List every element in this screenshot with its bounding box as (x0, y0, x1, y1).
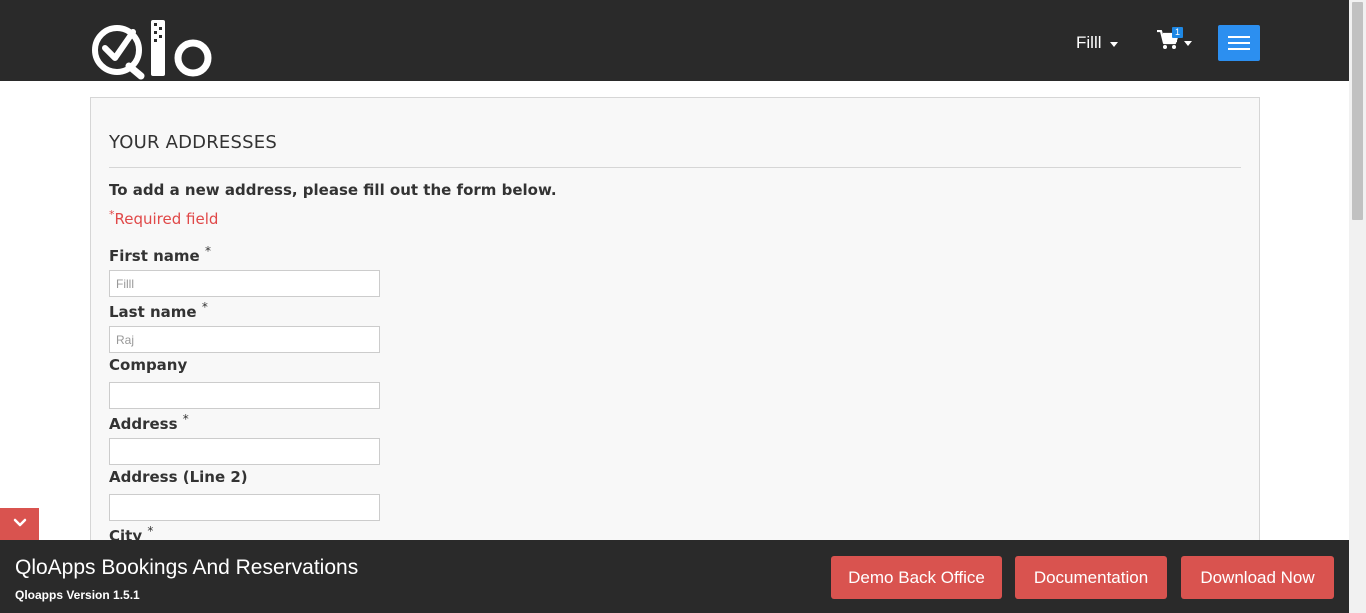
address-line2-input[interactable] (109, 494, 380, 521)
cart-count-badge: 1 (1172, 27, 1184, 38)
qlo-logo[interactable] (89, 18, 217, 80)
address-line2-label-text: Address (Line 2) (109, 468, 248, 486)
demo-footer-bar: QloApps Bookings And Reservations Qloapp… (0, 540, 1349, 613)
company-input[interactable] (109, 382, 380, 409)
required-asterisk: * (182, 412, 189, 426)
required-asterisk: * (201, 300, 208, 314)
hamburger-icon-line (1228, 36, 1250, 38)
download-now-button[interactable]: Download Now (1181, 556, 1334, 599)
caret-down-icon (1184, 41, 1192, 46)
address-line2-label: Address (Line 2) (109, 468, 248, 486)
address-label: Address * (109, 412, 189, 433)
footer-version: Qloapps Version 1.5.1 (15, 588, 140, 602)
last-name-input[interactable] (109, 326, 380, 353)
scrollbar-thumb[interactable] (1352, 2, 1363, 220)
caret-down-icon (1109, 41, 1118, 47)
footer-toggle-button[interactable] (0, 508, 39, 540)
scrollbar[interactable] (1349, 0, 1366, 613)
required-asterisk: * (204, 244, 211, 258)
user-name: Filll (1076, 33, 1102, 52)
hamburger-menu-button[interactable] (1218, 25, 1260, 61)
last-name-label: Last name * (109, 300, 208, 321)
site-header: Filll 1 (0, 0, 1349, 81)
footer-title: QloApps Bookings And Reservations (15, 556, 359, 579)
user-menu[interactable]: Filll (1076, 33, 1118, 53)
first-name-label-text: First name (109, 247, 200, 265)
address-label-text: Address (109, 415, 178, 433)
divider (109, 167, 1241, 168)
first-name-label: First name * (109, 244, 211, 265)
demo-back-office-button[interactable]: Demo Back Office (831, 556, 1002, 599)
page-title: YOUR ADDRESSES (109, 132, 277, 153)
cart-button[interactable]: 1 (1157, 27, 1192, 55)
hamburger-icon-line (1228, 42, 1250, 44)
company-label: Company (109, 356, 187, 374)
address-input[interactable] (109, 438, 380, 465)
form-instructions: To add a new address, please fill out th… (109, 181, 557, 199)
documentation-button[interactable]: Documentation (1015, 556, 1167, 599)
address-form-card: YOUR ADDRESSES To add a new address, ple… (90, 97, 1260, 613)
last-name-label-text: Last name (109, 303, 197, 321)
required-field-text: Required field (114, 210, 219, 228)
chevron-down-icon (13, 515, 27, 533)
required-asterisk: * (147, 524, 154, 538)
hamburger-icon-line (1228, 48, 1250, 50)
page: Filll 1 YOUR ADDRESSES To add a new addr… (0, 0, 1366, 613)
company-label-text: Company (109, 356, 188, 374)
required-field-note: *Required field (109, 208, 218, 228)
first-name-input[interactable] (109, 270, 380, 297)
